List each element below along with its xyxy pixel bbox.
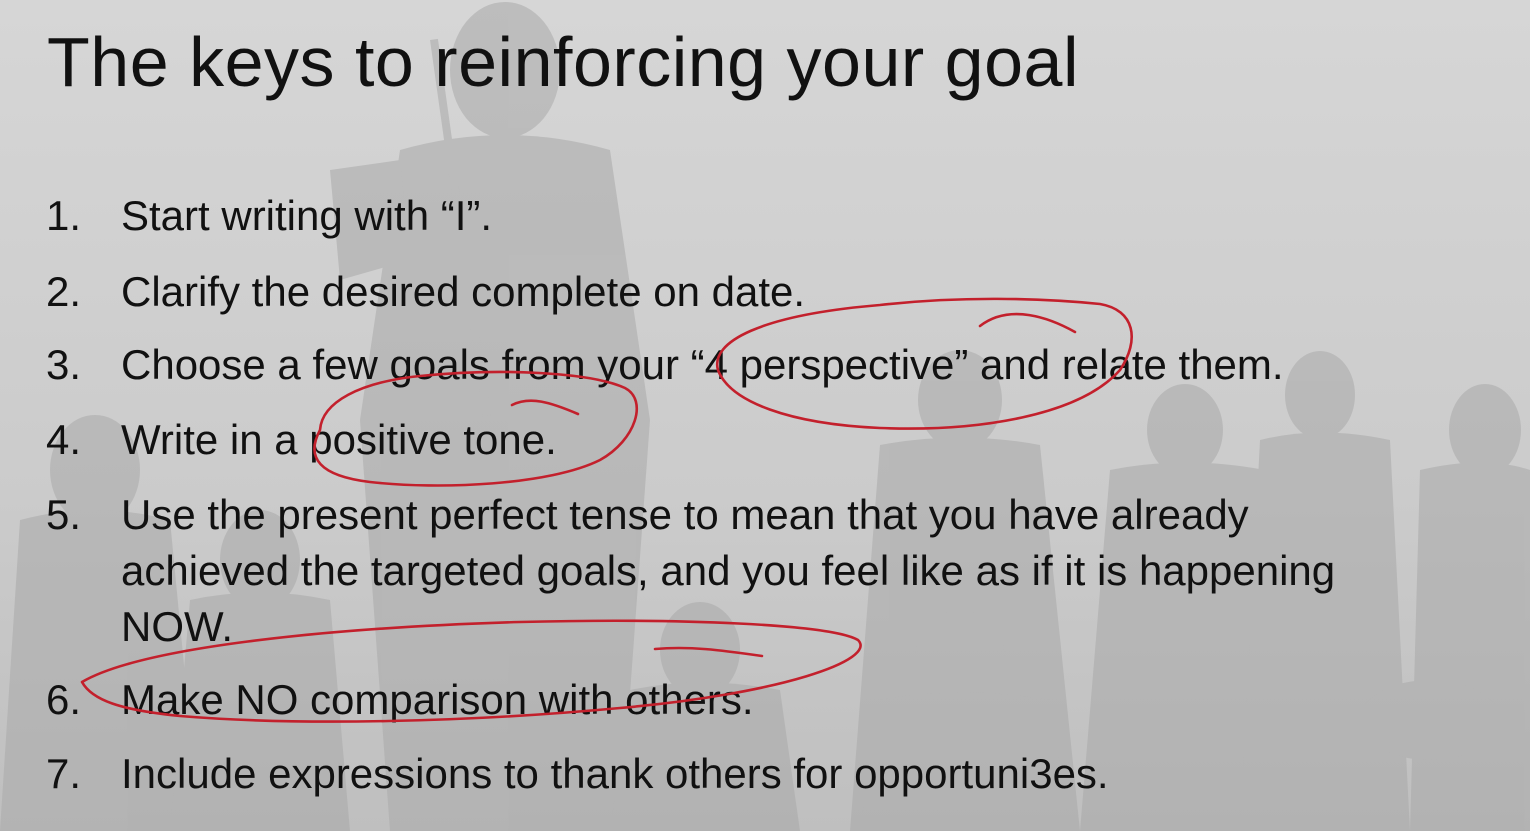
- item-text: Include expressions to thank others for …: [121, 750, 1109, 797]
- item-number: 2.: [46, 268, 82, 315]
- item-number: 7.: [46, 750, 82, 797]
- item-text: Write in a positive tone.: [121, 416, 557, 463]
- item-text: Start writing with “I”.: [121, 192, 493, 239]
- item-number: 6.: [46, 676, 82, 723]
- item-number: 3.: [46, 341, 82, 388]
- item-text: Use the present perfect tense to mean th…: [121, 491, 1336, 650]
- item-text: Make NO comparison with others.: [121, 676, 754, 723]
- slide-title: The keys to reinforcing your goal: [47, 23, 1080, 101]
- item-number: 5.: [46, 491, 82, 538]
- item-text: Clarify the desired complete on date.: [121, 268, 806, 315]
- item-number: 1.: [46, 192, 82, 239]
- item-number: 4.: [46, 416, 82, 463]
- item-text: Choose a few goals from your “4 perspect…: [121, 341, 1284, 388]
